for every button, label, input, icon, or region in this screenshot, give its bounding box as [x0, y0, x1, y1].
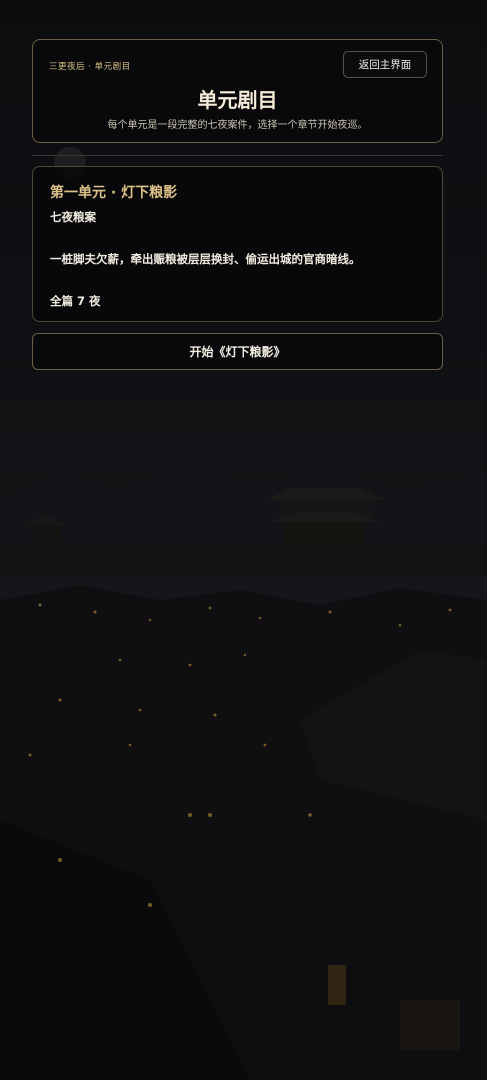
unit-case-name: 七夜粮案 [50, 210, 96, 224]
header-card: 三更夜后 · 单元剧目 返回主界面 单元剧目 每个单元是一段完整的七夜案件，选择… [32, 39, 443, 143]
unit-description: 一桩脚夫欠薪，牵出赈粮被层层换封、偷运出城的官商暗线。 [50, 252, 361, 266]
unit-night-count: 全篇 7 夜 [50, 294, 101, 308]
back-to-main-button[interactable]: 返回主界面 [343, 51, 427, 78]
start-unit-button[interactable]: 开始《灯下粮影》 [32, 333, 443, 370]
divider [32, 155, 443, 156]
night-city-background [0, 0, 487, 1080]
unit-card[interactable]: 第一单元 · 灯下粮影 七夜粮案 一桩脚夫欠薪，牵出赈粮被层层换封、偷运出城的官… [32, 166, 443, 322]
unit-title: 第一单元 · 灯下粮影 [50, 185, 178, 201]
page-title: 单元剧目 [197, 88, 278, 112]
night-city-illustration [0, 147, 487, 1080]
page-subtitle: 每个单元是一段完整的七夜案件，选择一个章节开始夜巡。 [107, 120, 368, 131]
breadcrumb: 三更夜后 · 单元剧目 [49, 62, 131, 72]
